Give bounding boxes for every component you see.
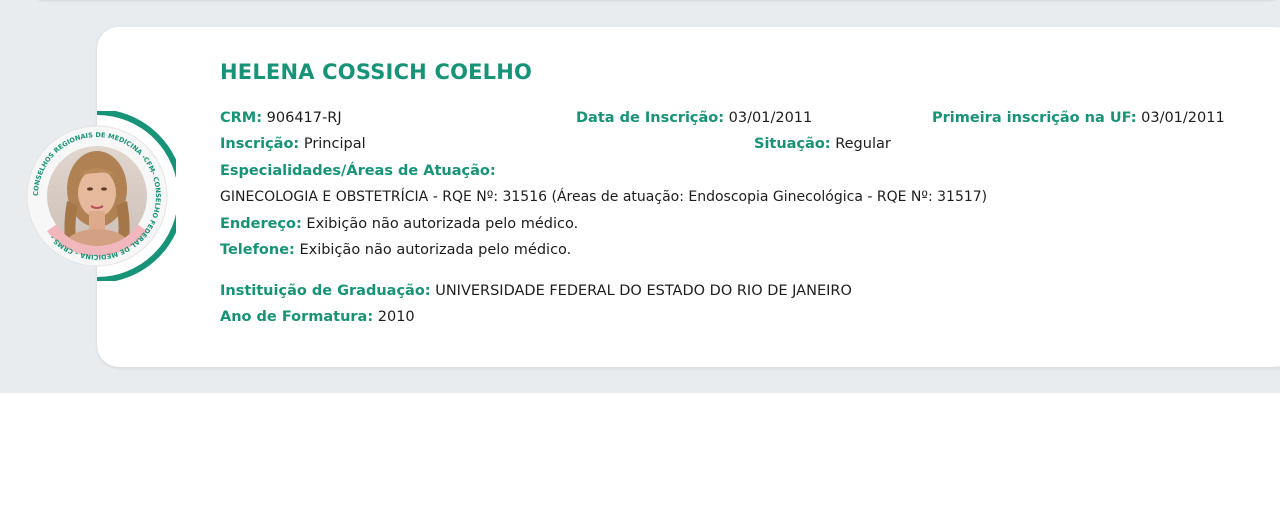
doctor-avatar: CONSELHOS REGIONAIS DE MEDICINA -CFM- CO… bbox=[20, 109, 184, 283]
inscricao-field: Inscrição: Principal bbox=[220, 136, 366, 152]
data-inscricao-value: 03/01/2011 bbox=[728, 110, 813, 126]
inscricao-label: Inscrição: bbox=[220, 136, 300, 152]
primeira-inscricao-label: Primeira inscrição na UF: bbox=[932, 110, 1137, 126]
ano-formatura-field: Ano de Formatura: 2010 bbox=[220, 309, 415, 325]
ano-formatura-value: 2010 bbox=[377, 309, 415, 325]
telefone-value: Exibição não autorizada pelo médico. bbox=[299, 242, 572, 258]
telefone-label: Telefone: bbox=[220, 242, 295, 258]
especialidades-heading: Especialidades/Áreas de Atuação: bbox=[220, 163, 496, 179]
crm-field: CRM: 906417-RJ bbox=[220, 110, 342, 126]
especialidades-value: GINECOLOGIA E OBSTETRÍCIA - RQE Nº: 3151… bbox=[220, 189, 988, 205]
telefone-field: Telefone: Exibição não autorizada pelo m… bbox=[220, 242, 571, 258]
crm-value: 906417-RJ bbox=[266, 110, 342, 126]
inscricao-value: Principal bbox=[303, 136, 366, 152]
primeira-inscricao-field: Primeira inscrição na UF: 03/01/2011 bbox=[932, 110, 1225, 126]
data-inscricao-label: Data de Inscrição: bbox=[576, 110, 725, 126]
data-inscricao-field: Data de Inscrição: 03/01/2011 bbox=[576, 110, 812, 126]
avatar-seal: CONSELHOS REGIONAIS DE MEDICINA -CFM- CO… bbox=[26, 109, 184, 283]
endereco-label: Endereço: bbox=[220, 216, 302, 232]
situacao-label: Situação: bbox=[754, 136, 831, 152]
instituicao-label: Instituição de Graduação: bbox=[220, 283, 431, 299]
crm-label: CRM: bbox=[220, 110, 263, 126]
primeira-inscricao-value: 03/01/2011 bbox=[1141, 110, 1225, 126]
ano-formatura-label: Ano de Formatura: bbox=[220, 309, 374, 325]
endereco-field: Endereço: Exibição não autorizada pelo m… bbox=[220, 216, 578, 232]
doctor-name: HELENA COSSICH COELHO bbox=[220, 60, 533, 84]
situacao-value: Regular bbox=[835, 136, 891, 152]
especialidades-label: Especialidades/Áreas de Atuação: bbox=[220, 163, 496, 179]
situacao-field: Situação: Regular bbox=[754, 136, 891, 152]
instituicao-field: Instituição de Graduação: UNIVERSIDADE F… bbox=[220, 283, 852, 299]
endereco-value: Exibição não autorizada pelo médico. bbox=[306, 216, 579, 232]
instituicao-value: UNIVERSIDADE FEDERAL DO ESTADO DO RIO DE… bbox=[435, 283, 852, 299]
